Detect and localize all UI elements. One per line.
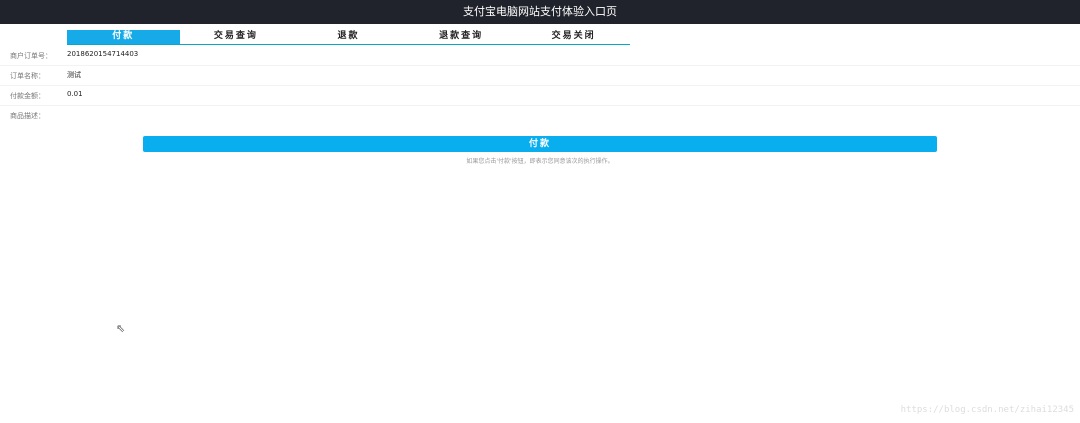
watermark: https://blog.csdn.net/zihai12345 (900, 405, 1074, 415)
pay-button[interactable]: 付款 (143, 136, 937, 152)
order-no-row: 商户订单号： 2018620154714403 (0, 45, 1080, 66)
pay-hint: 如果您点击'付款'按钮，即表示您同意该次的执行操作。 (466, 158, 614, 165)
order-name-input[interactable]: 测试 (67, 70, 81, 80)
mouse-cursor-icon: ⇖ (116, 322, 126, 335)
order-no-label: 商户订单号： (10, 52, 52, 60)
tab-bar: 付款 交易查询 退款 退款查询 交易关闭 (67, 30, 630, 45)
desc-row: 商品描述： (0, 105, 1080, 125)
tab-refund[interactable]: 退款 (292, 30, 405, 44)
page-header: 支付宝电脑网站支付体验入口页 (0, 0, 1080, 24)
tab-trade-close[interactable]: 交易关闭 (517, 30, 630, 44)
order-name-row: 订单名称： 测试 (0, 65, 1080, 86)
page-title: 支付宝电脑网站支付体验入口页 (463, 5, 617, 18)
order-no-input[interactable]: 2018620154714403 (67, 50, 138, 58)
tab-pay[interactable]: 付款 (67, 30, 180, 44)
amount-label: 付款金额： (10, 92, 45, 100)
tab-trade-query[interactable]: 交易查询 (180, 30, 293, 44)
amount-row: 付款金额： 0.01 (0, 85, 1080, 106)
tab-refund-query[interactable]: 退款查询 (405, 30, 518, 44)
amount-input[interactable]: 0.01 (67, 90, 83, 98)
desc-label: 商品描述： (10, 112, 45, 120)
order-name-label: 订单名称： (10, 72, 45, 80)
